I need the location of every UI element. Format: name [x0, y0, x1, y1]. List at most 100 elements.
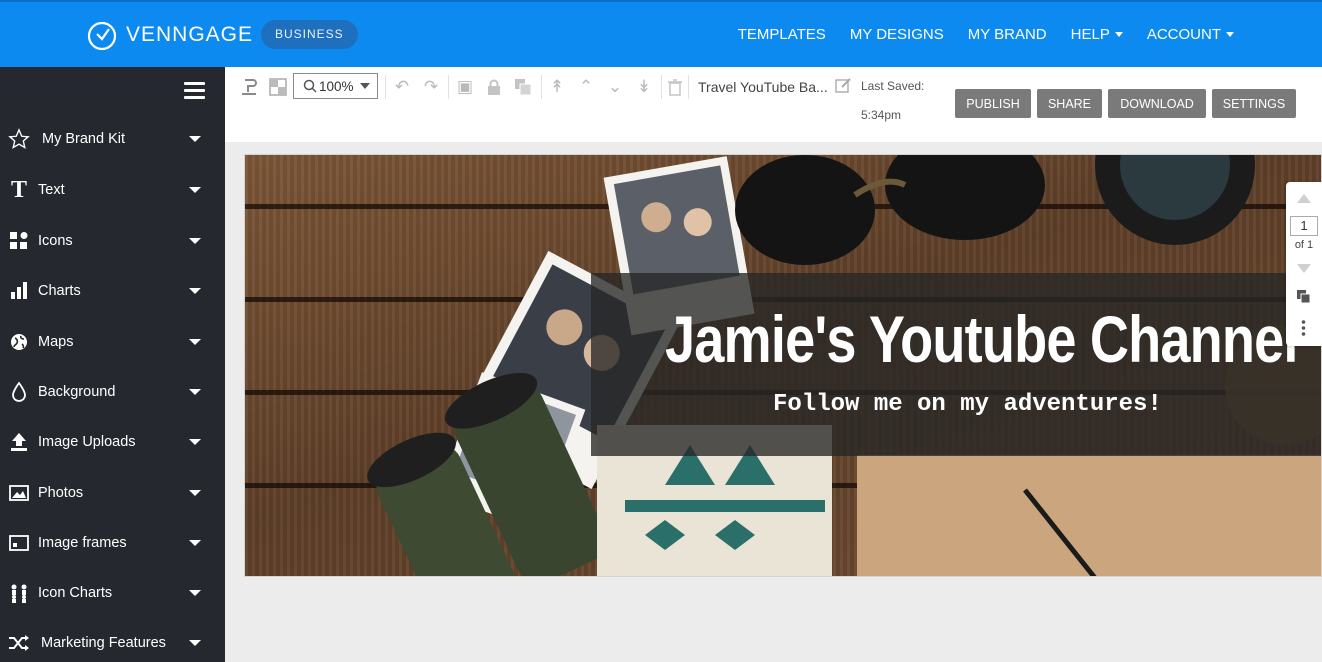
bar-chart-icon [8, 280, 30, 302]
sidebar-item-label: Marketing Features [41, 635, 166, 651]
icons-grid-icon [8, 230, 30, 252]
chevron-down-icon [189, 590, 201, 596]
more-options-icon[interactable] [1301, 320, 1306, 336]
venngage-logo[interactable]: VENNGAGE [86, 19, 253, 51]
shuffle-icon [8, 632, 30, 654]
copy-page-icon[interactable] [1297, 290, 1311, 304]
sidebar-item-label: Charts [38, 283, 81, 299]
zoom-select[interactable]: 100% [293, 73, 378, 99]
page-up-icon[interactable] [1297, 194, 1311, 203]
sidebar-item-label: Photos [38, 485, 84, 501]
settings-button[interactable]: SETTINGS [1212, 89, 1296, 118]
bring-forward-icon[interactable]: ⌃ [576, 77, 596, 97]
divider [448, 75, 449, 99]
sidebar-item-label: Image frames [38, 535, 127, 551]
frame-icon [8, 532, 30, 554]
nav-label: HELP [1070, 26, 1110, 43]
main-nav: TEMPLATES MY DESIGNS MY BRAND HELP ACCOU… [738, 26, 1234, 43]
plan-badge: BUSINESS [261, 20, 358, 49]
chevron-down-icon [189, 136, 201, 142]
document-title[interactable]: Travel YouTube Ba... [698, 79, 828, 95]
divider [541, 75, 542, 99]
logo-text: VENNGAGE [126, 23, 254, 46]
design-canvas[interactable]: Jamie's Youtube Channel Follow me on my … [244, 154, 1322, 577]
people-chart-icon [8, 582, 30, 604]
publish-button[interactable]: PUBLISH [955, 89, 1031, 118]
sidebar-item-label: Background [38, 384, 116, 400]
group-icon[interactable]: ▣ [455, 77, 475, 97]
duplicate-icon[interactable] [513, 77, 533, 97]
lock-icon[interactable] [484, 77, 504, 97]
nav-label: MY BRAND [967, 26, 1047, 43]
sidebar-item-label: My Brand Kit [42, 131, 125, 147]
transparency-icon[interactable] [268, 77, 288, 97]
divider [385, 75, 386, 99]
chevron-down-icon [360, 83, 370, 89]
magnifier-icon [303, 79, 317, 93]
sidebar-item-icon-charts[interactable]: Icon Charts [0, 568, 225, 618]
sidebar-item-label: Text [38, 182, 65, 198]
canvas-subheadline[interactable]: Follow me on my adventures! [773, 391, 1162, 418]
sidebar-item-image-uploads[interactable]: Image Uploads [0, 417, 225, 467]
trash-icon[interactable] [665, 77, 685, 97]
share-button[interactable]: SHARE [1037, 89, 1102, 118]
hamburger-menu-icon[interactable] [184, 82, 205, 99]
bring-to-front-icon[interactable]: ↟ [547, 77, 567, 97]
sidebar-item-charts[interactable]: Charts [0, 266, 225, 316]
page-number-input[interactable]: 1 [1290, 216, 1318, 236]
edit-pencil-icon[interactable] [833, 75, 853, 95]
sidebar-item-background[interactable]: Background [0, 367, 225, 417]
droplet-icon [8, 381, 30, 403]
chevron-down-icon [1226, 32, 1234, 37]
chevron-down-icon [189, 490, 201, 496]
text-icon: T [10, 176, 27, 203]
canvas-headline[interactable]: Jamie's Youtube Channel [665, 301, 1298, 377]
star-icon [8, 128, 30, 150]
nav-templates[interactable]: TEMPLATES [738, 26, 826, 43]
chevron-down-icon [189, 288, 201, 294]
nav-label: TEMPLATES [737, 26, 826, 43]
divider [688, 75, 689, 99]
last-saved-label: Last Saved: [861, 79, 925, 93]
chevron-down-icon [189, 187, 201, 193]
undo-icon[interactable]: ↶ [392, 77, 412, 97]
redo-icon[interactable]: ↷ [421, 77, 441, 97]
sidebar-item-maps[interactable]: Maps [0, 317, 225, 367]
send-to-back-icon[interactable]: ↡ [634, 77, 654, 97]
send-backward-icon[interactable]: ⌄ [605, 77, 625, 97]
sidebar-item-label: Icon Charts [38, 585, 113, 601]
zoom-value: 100% [319, 78, 354, 94]
sidebar-item-photos[interactable]: Photos [0, 468, 225, 518]
sidebar-item-marketing-features[interactable]: Marketing Features [0, 618, 225, 662]
globe-icon [8, 331, 30, 353]
nav-label: ACCOUNT [1146, 26, 1221, 43]
chevron-down-icon [189, 640, 201, 646]
upload-icon [8, 431, 30, 453]
sidebar-item-label: Maps [38, 334, 74, 350]
nav-label: MY DESIGNS [849, 26, 944, 43]
download-button[interactable]: DOWNLOAD [1108, 89, 1206, 118]
nav-help[interactable]: HELP [1071, 26, 1123, 43]
divider [661, 75, 662, 99]
chevron-down-icon [189, 238, 201, 244]
nav-account[interactable]: ACCOUNT [1147, 26, 1234, 43]
page-navigator: 1 of 1 [1286, 182, 1322, 346]
nav-my-brand[interactable]: MY BRAND [968, 26, 1047, 43]
top-nav-bar: VENNGAGE BUSINESS TEMPLATES MY DESIGNS M… [0, 0, 1322, 67]
sidebar-item-icons[interactable]: Icons [0, 216, 225, 266]
sidebar-item-image-frames[interactable]: Image frames [0, 518, 225, 568]
clock-logo-icon [87, 21, 117, 51]
chevron-down-icon [189, 439, 201, 445]
last-saved-time: 5:34pm [861, 108, 902, 122]
nav-my-designs[interactable]: MY DESIGNS [850, 26, 944, 43]
paint-format-icon[interactable] [239, 77, 259, 97]
page-down-icon[interactable] [1297, 264, 1311, 273]
sidebar-item-text[interactable]: T Text [0, 165, 225, 215]
chevron-down-icon [189, 339, 201, 345]
photo-icon [8, 482, 30, 504]
chevron-down-icon [1114, 32, 1123, 37]
sidebar: My Brand Kit T Text Icons Charts Maps Ba… [0, 67, 225, 662]
sidebar-item-my-brand-kit[interactable]: My Brand Kit [0, 114, 225, 164]
sidebar-item-label: Icons [38, 233, 73, 249]
editor-toolbar: 100% ↶ ↷ ▣ ↟ ⌃ ⌄ ↡ Travel YouTube Ba... … [225, 67, 1322, 142]
